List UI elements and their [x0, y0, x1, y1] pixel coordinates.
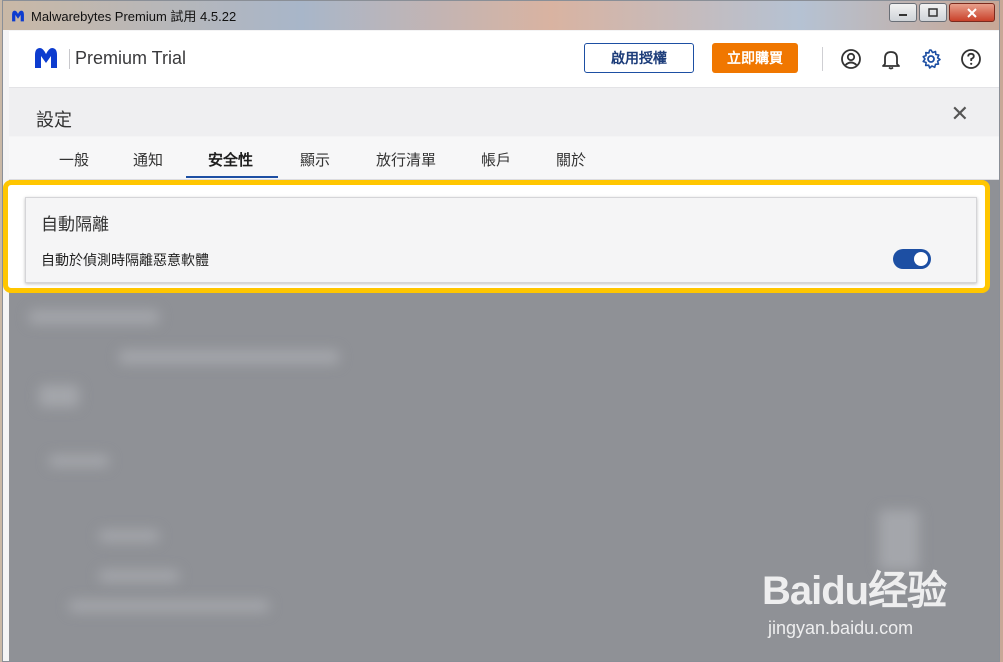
auto-quarantine-description: 自動於偵測時隔離惡意軟體 [41, 253, 209, 269]
close-settings-icon[interactable]: ✕ [951, 104, 969, 126]
brand-name: Premium Trial [75, 48, 187, 68]
auto-quarantine-title: 自動隔離 [41, 215, 109, 235]
maximize-button[interactable] [919, 3, 947, 22]
settings-tabs: 一般 通知 安全性 顯示 放行清單 帳戶 關於 [9, 137, 999, 180]
gear-icon[interactable] [920, 48, 942, 70]
app-header: Premium Trial 啟用授權 立即購買 [9, 31, 999, 88]
toggle-knob [914, 252, 928, 266]
activate-license-button[interactable]: 啟用授權 [584, 43, 694, 73]
highlight-frame: 自動隔離 自動於偵測時隔離惡意軟體 [3, 180, 990, 293]
baidu-watermark: Baidu经验 jingyan.baidu.com [762, 548, 952, 644]
window-controls [889, 3, 995, 22]
header-divider [822, 47, 823, 71]
window-title: Malwarebytes Premium 試用 4.5.22 [31, 9, 237, 24]
settings-title: 設定 [36, 110, 72, 131]
active-tab-indicator [186, 176, 278, 178]
title-bar[interactable]: Malwarebytes Premium 試用 4.5.22 [3, 1, 999, 30]
tab-allow-list[interactable]: 放行清單 [376, 149, 436, 170]
auto-quarantine-card: 自動隔離 自動於偵測時隔離惡意軟體 [25, 197, 977, 283]
settings-header: 設定 ✕ [9, 88, 999, 136]
tab-about[interactable]: 關於 [556, 149, 586, 170]
brand-logo-icon [35, 48, 57, 68]
tab-account[interactable]: 帳戶 [481, 149, 511, 170]
account-icon[interactable] [840, 48, 862, 70]
tab-display[interactable]: 顯示 [300, 149, 330, 170]
malwarebytes-logo-icon [11, 9, 25, 23]
bell-icon[interactable] [880, 48, 902, 70]
brand-divider [69, 49, 70, 69]
tab-general[interactable]: 一般 [59, 149, 89, 170]
tab-security[interactable]: 安全性 [208, 149, 253, 170]
help-icon[interactable] [960, 48, 982, 70]
watermark-main-text: Baidu经验 [762, 569, 947, 613]
watermark-url: jingyan.baidu.com [768, 618, 914, 638]
auto-quarantine-toggle[interactable] [893, 249, 931, 269]
buy-now-button[interactable]: 立即購買 [712, 43, 798, 73]
close-window-button[interactable] [949, 3, 995, 22]
minimize-button[interactable] [889, 3, 917, 22]
tab-notifications[interactable]: 通知 [133, 149, 163, 170]
